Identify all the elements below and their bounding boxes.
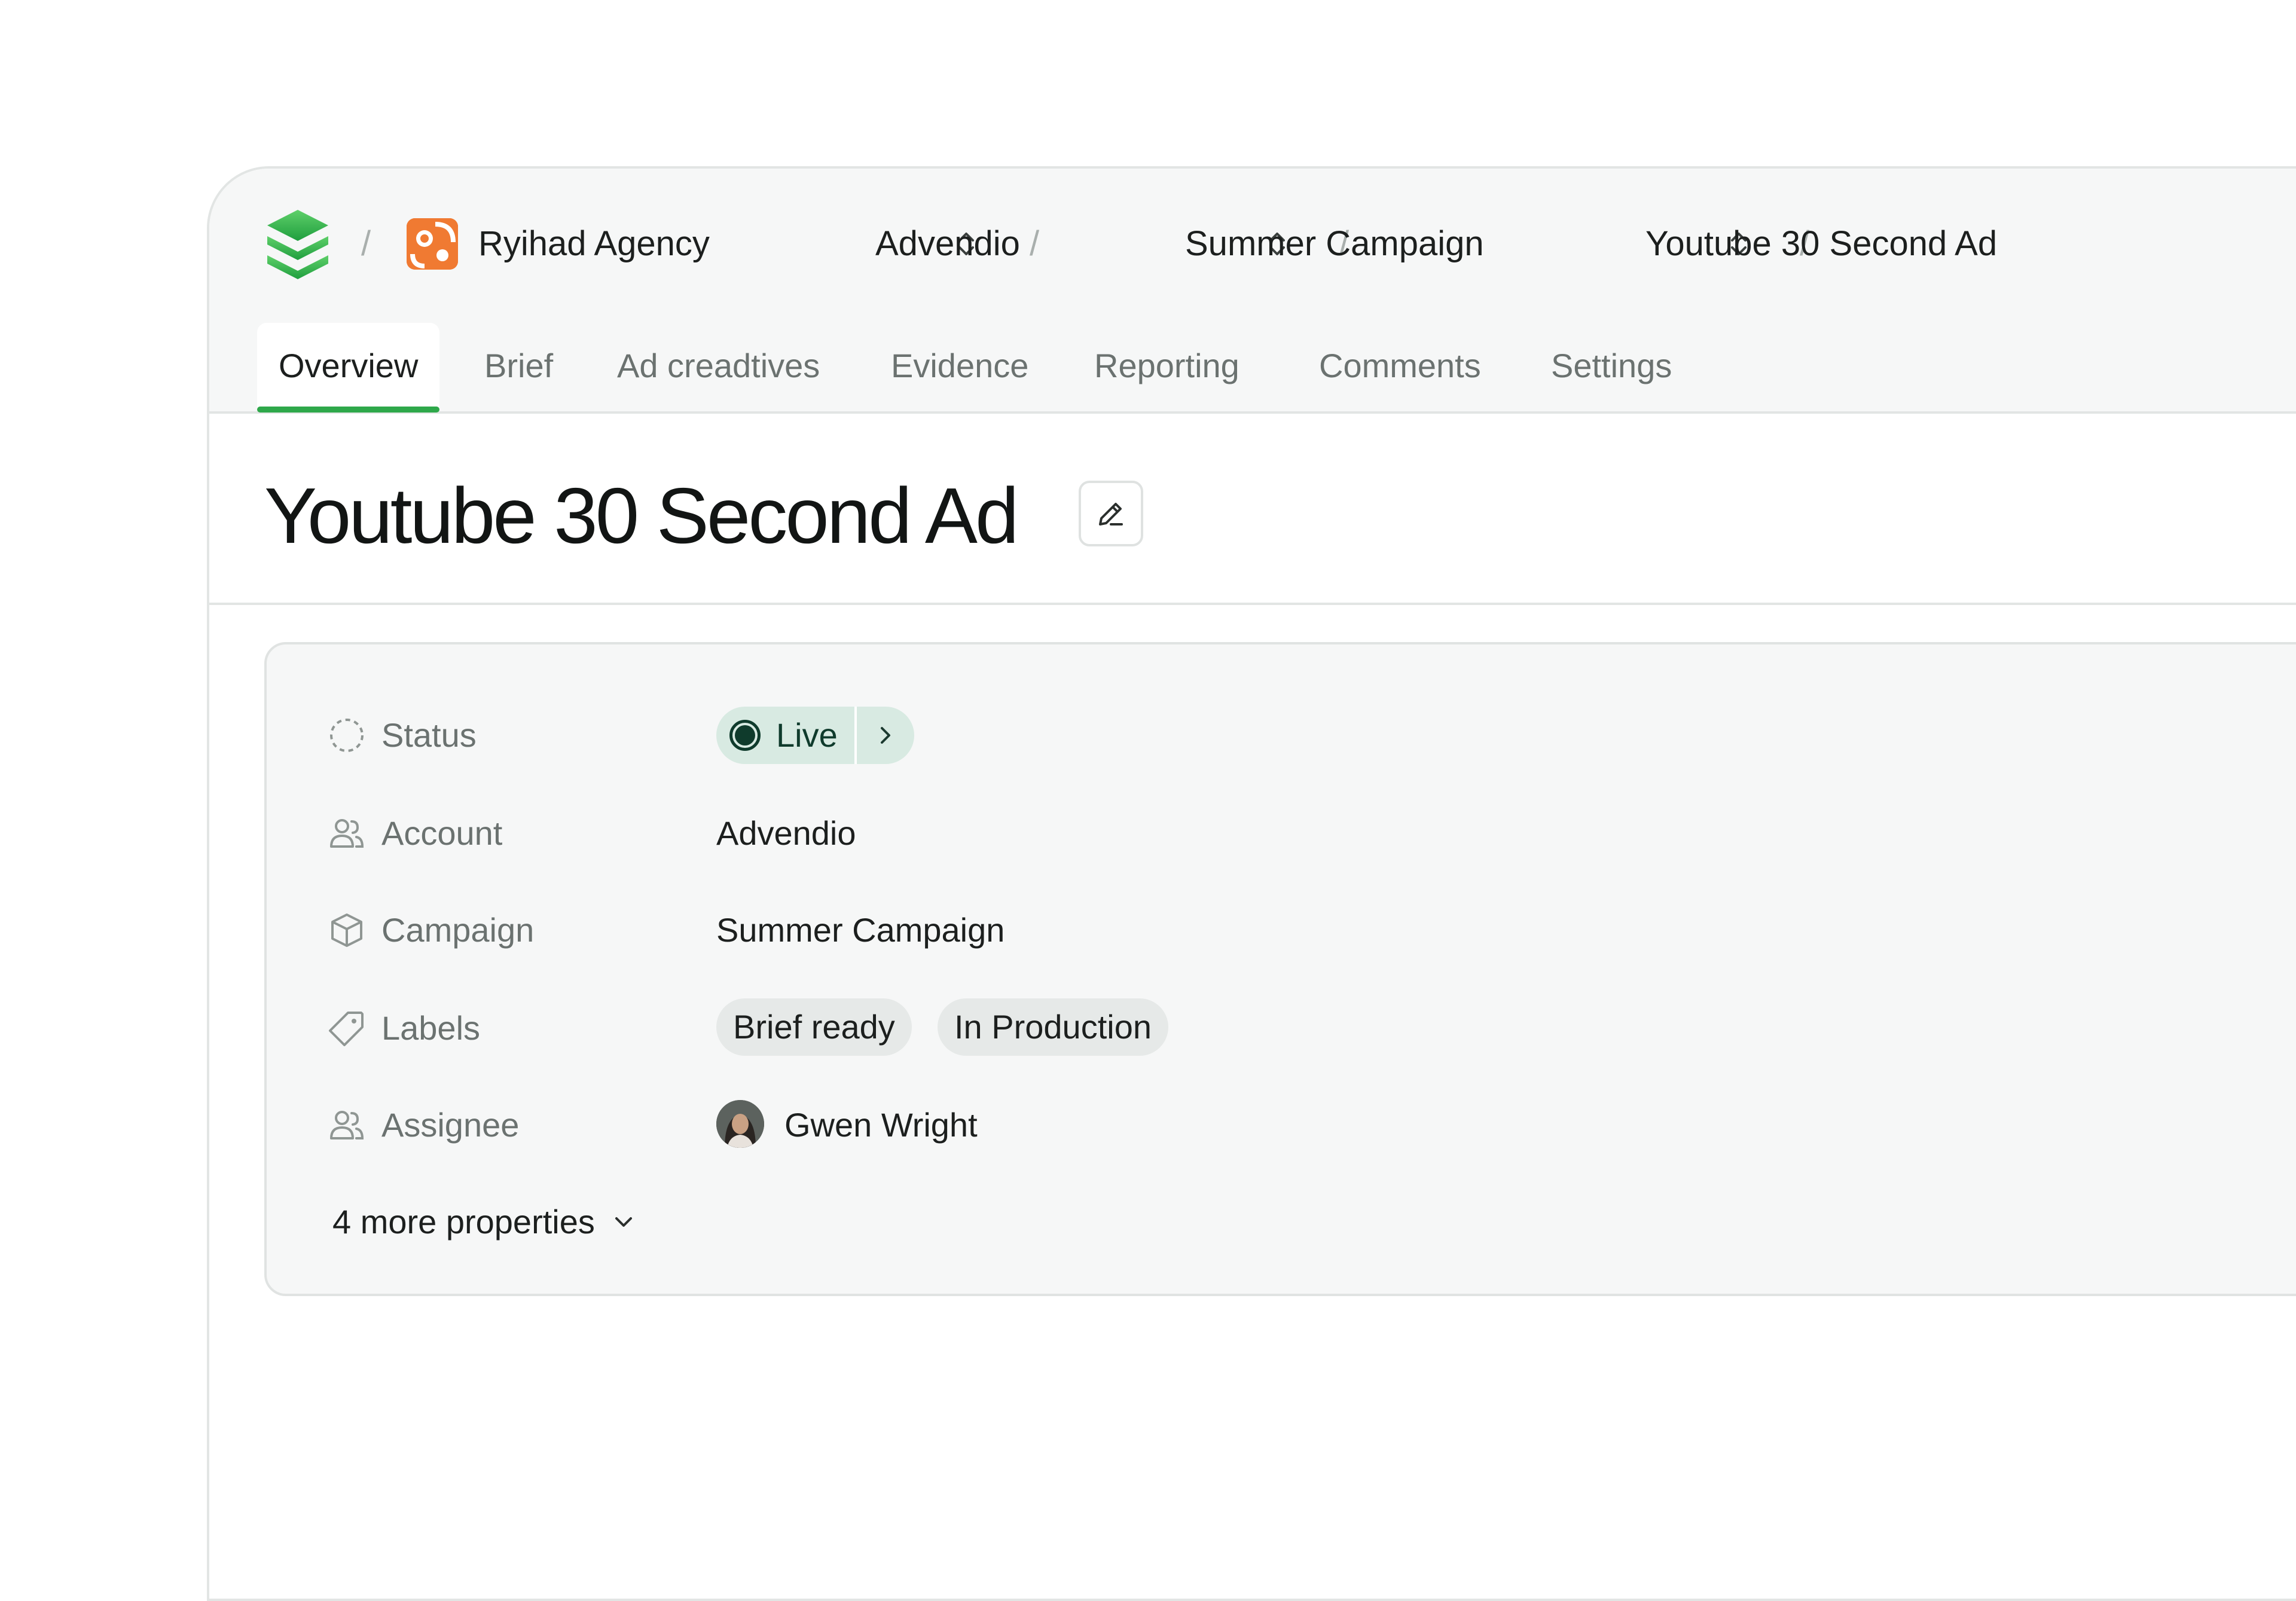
tab-evidence[interactable]: Evidence <box>891 323 1028 409</box>
avatar[interactable] <box>716 1100 764 1148</box>
label-chip[interactable]: In Production <box>938 998 1168 1056</box>
edit-title-button[interactable] <box>1079 481 1143 546</box>
chevron-right-icon <box>880 727 890 744</box>
property-label-account: Account <box>381 814 503 852</box>
property-label-assignee: Assignee <box>381 1106 520 1144</box>
breadcrumb-separator: / <box>361 224 371 263</box>
agency-logo-icon <box>407 218 458 270</box>
tab-comments[interactable]: Comments <box>1319 323 1481 409</box>
tag-icon <box>329 1012 364 1046</box>
divider <box>209 603 2296 605</box>
dashed-circle-icon <box>330 719 364 752</box>
property-value-campaign[interactable]: Summer Campaign <box>716 906 1004 954</box>
chevron-down-icon <box>615 1217 632 1227</box>
tab-settings[interactable]: Settings <box>1551 323 1672 409</box>
tab-overview[interactable]: Overview <box>257 323 440 413</box>
top-bar: / Ryihad Agency / Advendio / Summer Camp… <box>209 169 2296 414</box>
tab-ad-creatives[interactable]: Ad creadtives <box>617 323 820 409</box>
tab-brief[interactable]: Brief <box>484 323 553 409</box>
more-properties-toggle[interactable]: 4 more properties <box>332 1198 638 1246</box>
status-value: Live <box>776 716 838 754</box>
tab-reporting[interactable]: Reporting <box>1094 323 1239 409</box>
users-icon <box>330 819 364 848</box>
property-label-labels: Labels <box>381 1009 481 1047</box>
status-select[interactable]: Live <box>716 707 857 764</box>
users-icon <box>330 1111 364 1139</box>
breadcrumb-campaign[interactable]: Summer Campaign <box>1185 220 1484 268</box>
breadcrumb-account[interactable]: Advendio <box>875 220 1020 268</box>
cube-icon <box>331 913 362 947</box>
breadcrumb-agency[interactable]: Ryihad Agency <box>478 220 710 268</box>
page-title: Youtube 30 Second Ad <box>264 472 1019 560</box>
status-pill: Live <box>716 707 914 764</box>
more-properties-label: 4 more properties <box>332 1203 595 1241</box>
property-value-account[interactable]: Advendio <box>716 809 856 857</box>
breadcrumb-current: Youtube 30 Second Ad <box>1645 224 1998 263</box>
label-chip[interactable]: Brief ready <box>716 998 912 1056</box>
pencil-icon <box>1099 503 1123 525</box>
app-logo-icon[interactable] <box>265 209 331 280</box>
status-next-button[interactable] <box>857 707 914 764</box>
property-value-assignee[interactable]: Gwen Wright <box>784 1101 978 1149</box>
breadcrumb-separator: / <box>1030 224 1040 263</box>
property-label-status: Status <box>381 716 477 754</box>
live-indicator-icon <box>729 720 761 751</box>
property-label-campaign: Campaign <box>381 911 535 949</box>
